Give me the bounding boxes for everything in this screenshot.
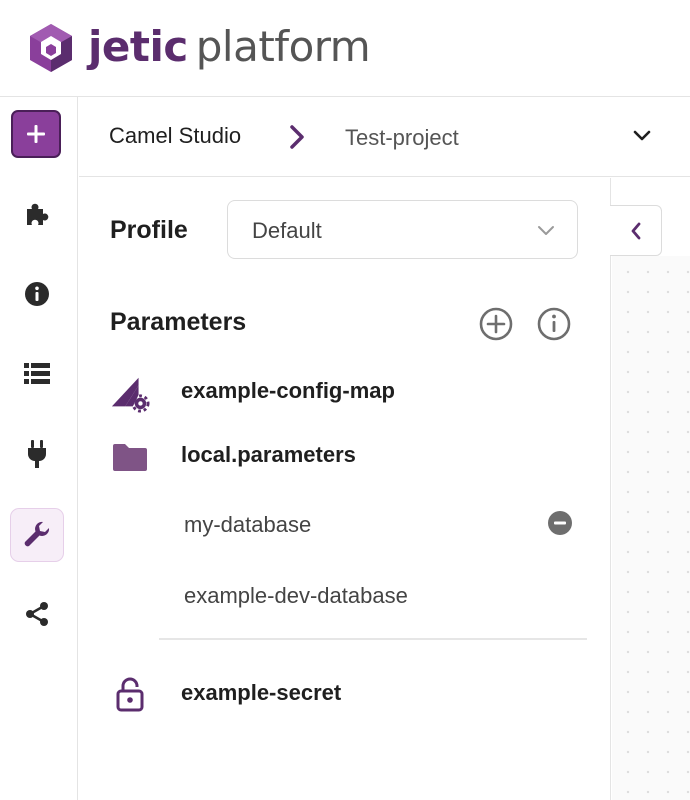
plus-icon [27,125,45,143]
config-map-icon [110,373,150,413]
rail-item-connectors[interactable] [10,427,64,481]
add-button[interactable] [11,110,61,158]
remove-parameter-button[interactable] [547,510,573,541]
list-item-local-parameters[interactable]: local.parameters [79,429,611,479]
parameters-panel: Profile Default Parameters example-confi… [79,178,611,800]
jetic-logo-icon[interactable] [26,22,76,74]
my-database-label: my-database [184,512,312,537]
plug-icon [28,440,46,468]
rail-item-info[interactable] [10,267,64,321]
profile-select[interactable]: Default [227,200,578,259]
rail-item-list[interactable] [10,347,64,401]
local-parameters-label: local.parameters [181,442,356,467]
chevron-down-icon[interactable] [632,129,652,148]
config-map-label: example-config-map [181,378,395,403]
puzzle-icon [27,203,49,225]
profile-label: Profile [110,216,188,244]
plus-circle-icon [479,307,513,341]
chevron-left-icon [631,222,640,239]
info-circle-icon [537,307,571,341]
brand-primary: jetic [88,22,188,71]
breadcrumb-root[interactable]: Camel Studio [109,123,241,149]
folder-icon [110,437,150,477]
example-dev-database-label: example-dev-database [184,583,408,608]
left-rail [0,97,78,800]
rail-item-configuration[interactable] [10,508,64,562]
list-icon [24,363,50,384]
list-item-example-secret[interactable]: example-secret [79,667,611,717]
parameters-info-button[interactable] [536,306,572,347]
wrench-icon [24,521,50,547]
profile-select-value: Default [252,218,322,243]
parameters-title: Parameters [110,308,247,336]
rail-item-components[interactable] [10,187,64,241]
rail-item-share[interactable] [10,587,64,641]
list-item-config-map[interactable]: example-config-map [79,365,611,415]
list-item-example-dev-database[interactable]: example-dev-database [79,571,611,619]
example-secret-label: example-secret [181,680,342,705]
info-icon [25,282,49,306]
top-bar: jetic platform [0,0,690,97]
list-item-my-database[interactable]: my-database [79,500,611,548]
chevron-right-icon [289,124,305,155]
brand-name[interactable]: jetic platform [88,20,371,74]
divider [159,638,587,640]
collapse-panel-button[interactable] [610,205,662,256]
share-icon [26,602,48,626]
brand-secondary: platform [195,22,371,71]
breadcrumb: Camel Studio Test-project [79,97,690,177]
minus-circle-icon [548,511,572,535]
lock-icon [110,675,150,715]
chevron-down-icon [537,224,555,242]
add-parameter-button[interactable] [478,306,514,347]
breadcrumb-project[interactable]: Test-project [345,125,459,151]
route-canvas[interactable] [612,256,690,800]
